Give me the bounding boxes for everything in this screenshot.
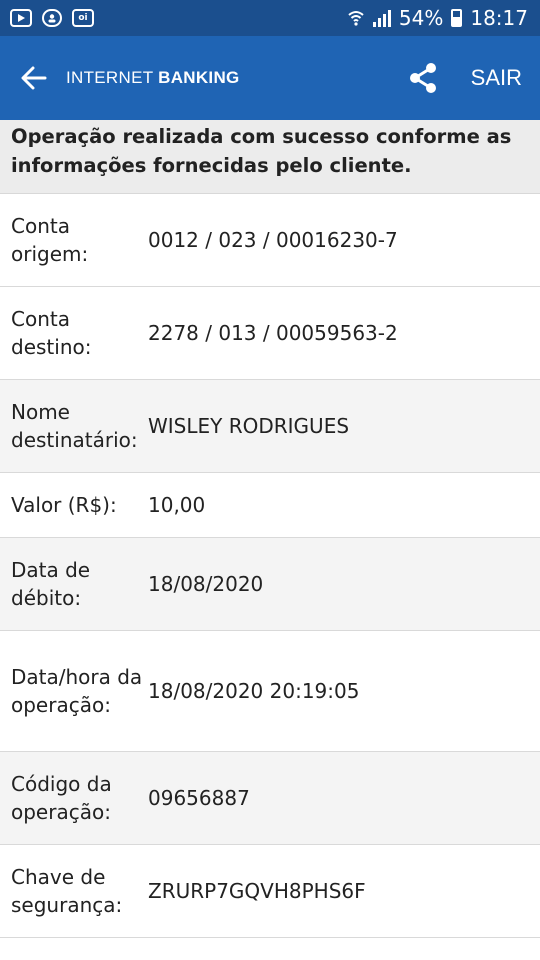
- receipt-details: Conta origem: 0012 / 023 / 00016230-7 Co…: [0, 194, 540, 938]
- app-logo: INTERNET BANKING: [66, 68, 401, 88]
- brand-light: INTERNET: [66, 68, 154, 87]
- row-valor: Valor (R$): 10,00: [0, 473, 540, 538]
- share-button[interactable]: [401, 56, 445, 100]
- brand-bold: BANKING: [158, 68, 240, 87]
- row-conta-origem: Conta origem: 0012 / 023 / 00016230-7: [0, 194, 540, 287]
- youtube-icon: [10, 9, 32, 27]
- row-value: ZRURP7GQVH8PHS6F: [148, 879, 366, 903]
- row-label: Chave de segurança:: [11, 865, 123, 917]
- app-bar: INTERNET BANKING SAIR: [0, 36, 540, 120]
- row-value: 18/08/2020 20:19:05: [148, 679, 360, 703]
- arrow-left-icon: [21, 66, 47, 90]
- share-icon: [409, 63, 436, 93]
- row-data-hora-operacao: Data/hora da operação: 18/08/2020 20:19:…: [0, 631, 540, 752]
- row-value: 09656887: [148, 786, 250, 810]
- row-codigo-operacao: Código da operação: 09656887: [0, 752, 540, 845]
- row-nome-destinatario: Nome destinatário: WISLEY RODRIGUES: [0, 380, 540, 473]
- notification-icons: oi: [10, 9, 94, 27]
- app-notification-icon: oi: [72, 9, 94, 27]
- row-value: WISLEY RODRIGUES: [148, 414, 350, 438]
- back-button[interactable]: [4, 36, 64, 120]
- row-value: 18/08/2020: [148, 572, 264, 596]
- row-value: 2278 / 013 / 00059563-2: [148, 321, 398, 345]
- battery-icon: [451, 9, 463, 27]
- row-value: 10,00: [148, 493, 206, 517]
- status-bar: oi 54% 18:17: [0, 0, 540, 36]
- battery-percentage: 54%: [398, 6, 444, 30]
- row-label: Conta destino:: [11, 307, 92, 359]
- wifi-icon: [348, 11, 364, 26]
- clock: 18:17: [470, 6, 528, 30]
- row-value: 0012 / 023 / 00016230-7: [148, 228, 398, 252]
- success-message: Operação realizada com sucesso conforme …: [0, 120, 540, 194]
- row-label: Código da operação:: [11, 772, 112, 824]
- row-conta-destino: Conta destino: 2278 / 013 / 00059563-2: [0, 287, 540, 380]
- account-icon: [42, 9, 62, 27]
- row-label: Data de débito:: [11, 558, 91, 610]
- row-label: Valor (R$):: [11, 493, 117, 517]
- row-label: Nome destinatário:: [11, 400, 138, 452]
- row-chave-seguranca: Chave de segurança: ZRURP7GQVH8PHS6F: [0, 845, 540, 938]
- row-label: Conta origem:: [11, 214, 89, 266]
- exit-button[interactable]: SAIR: [471, 65, 522, 91]
- signal-icon: [372, 9, 391, 27]
- row-label: Data/hora da operação:: [11, 665, 143, 717]
- row-data-debito: Data de débito: 18/08/2020: [0, 538, 540, 631]
